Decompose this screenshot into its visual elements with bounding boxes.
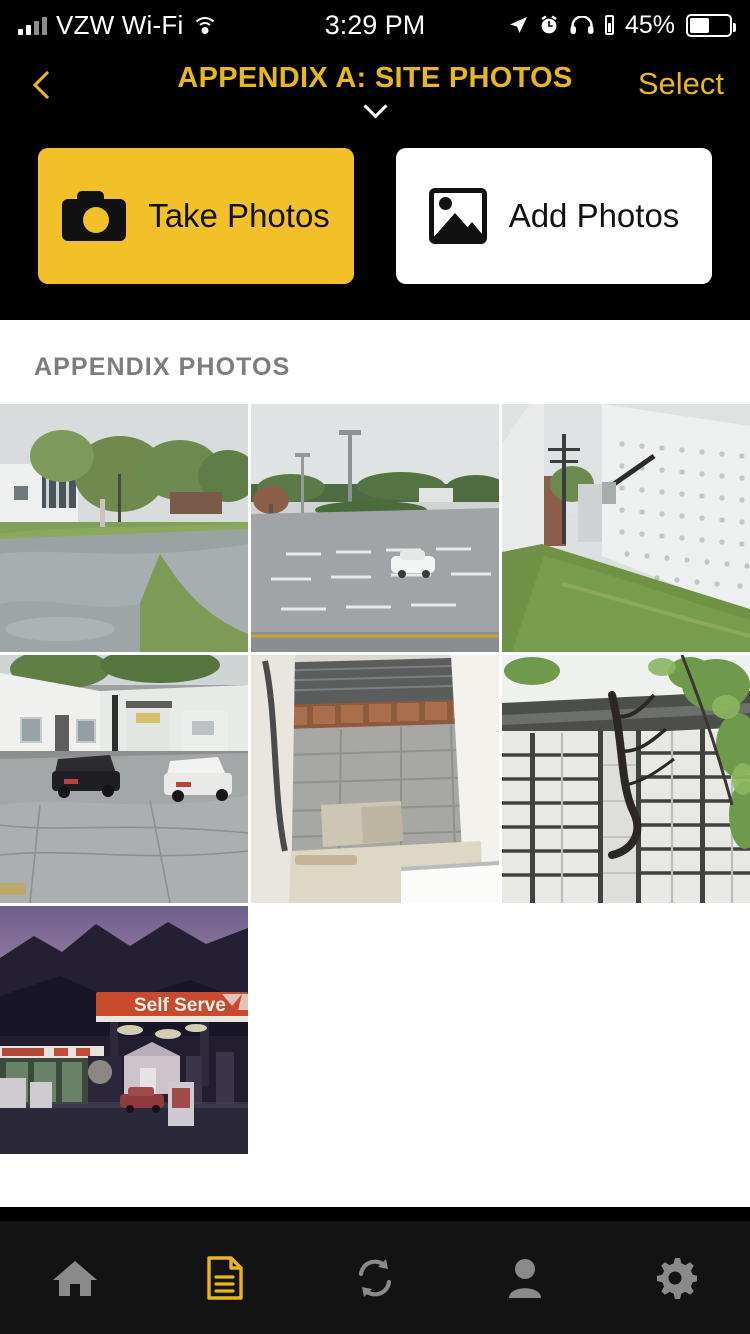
add-photos-label: Add Photos: [508, 197, 680, 234]
take-photos-label: Take Photos: [148, 197, 330, 234]
document-icon: [207, 1255, 243, 1300]
photo-thumbnail[interactable]: [502, 655, 750, 903]
bottom-tab-bar: [0, 1221, 750, 1334]
select-button[interactable]: Select: [638, 66, 724, 102]
image-icon: [428, 188, 487, 244]
back-button[interactable]: [26, 70, 60, 104]
status-bar: VZW Wi-Fi 3:29 PM 45%: [0, 0, 750, 50]
home-icon: [53, 1260, 97, 1296]
sync-icon: [358, 1258, 392, 1297]
photo-thumbnail[interactable]: [0, 404, 248, 652]
photo-thumbnail[interactable]: [251, 655, 499, 903]
carrier-label: VZW Wi-Fi: [56, 9, 184, 40]
self-serve-sign-text: Self Serve: [134, 995, 226, 1016]
gear-icon: [657, 1257, 697, 1299]
battery-icon: [686, 13, 736, 37]
tab-reports[interactable]: [150, 1221, 300, 1334]
signal-bars-icon: [18, 15, 47, 35]
tab-profile[interactable]: [450, 1221, 600, 1334]
status-bar-left: VZW Wi-Fi: [18, 9, 219, 41]
headphones-icon: [570, 16, 594, 34]
photo-thumbnail[interactable]: [0, 655, 248, 903]
wifi-icon: [192, 15, 219, 35]
page-title: APPENDIX A: SITE PHOTOS: [177, 62, 573, 94]
status-bar-right: 45%: [508, 10, 736, 40]
navigation-bar: APPENDIX A: SITE PHOTOS Select: [0, 50, 750, 134]
chevron-down-icon[interactable]: [362, 98, 388, 114]
tab-settings[interactable]: [600, 1221, 750, 1334]
location-arrow-icon: [509, 17, 527, 33]
headphone-battery-icon: [604, 15, 614, 35]
take-photos-button[interactable]: Take Photos: [38, 148, 354, 284]
photo-grid: Self Serve: [0, 404, 750, 1154]
action-button-row: Take Photos Add Photos: [0, 134, 750, 320]
photo-thumbnail[interactable]: [502, 404, 750, 652]
section-header: APPENDIX PHOTOS: [34, 353, 291, 381]
tab-sync[interactable]: [300, 1221, 450, 1334]
tab-home[interactable]: [0, 1221, 150, 1334]
camera-icon: [62, 191, 127, 241]
app-screen: VZW Wi-Fi 3:29 PM 45% APPENDIX A: SITE P…: [0, 0, 750, 1334]
photo-thumbnail[interactable]: Self Serve: [0, 906, 248, 1154]
battery-percent-label: 45%: [624, 10, 675, 39]
alarm-clock-icon: [541, 15, 557, 34]
content-area: APPENDIX PHOTOS Self Serve: [0, 320, 750, 1207]
person-icon: [509, 1258, 541, 1298]
add-photos-button[interactable]: Add Photos: [396, 148, 712, 284]
photo-thumbnail[interactable]: [251, 404, 499, 652]
